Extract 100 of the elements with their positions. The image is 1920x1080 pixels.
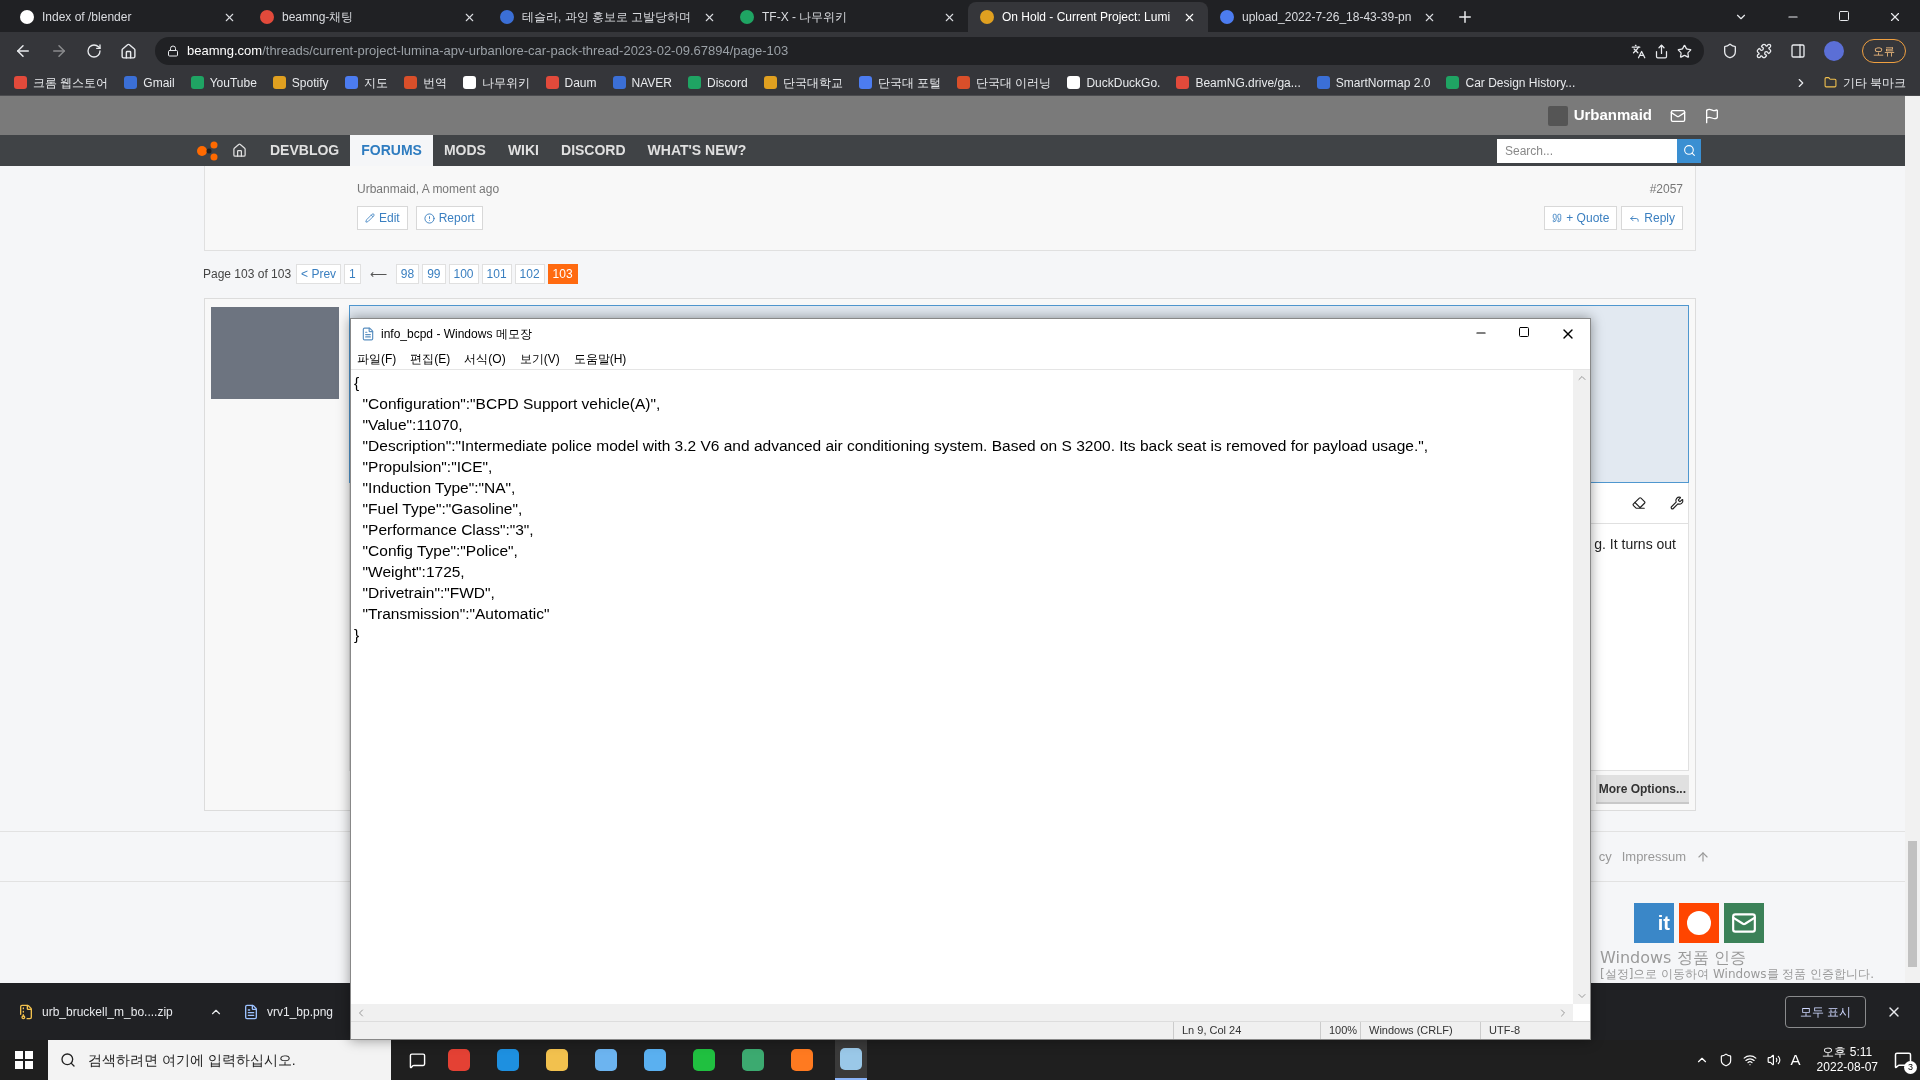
nav-tab[interactable]: WIKI [496,135,550,166]
reddit-share-icon[interactable] [1679,903,1719,943]
nav-tab[interactable]: WHAT'S NEW? [636,135,758,166]
extensions-icon[interactable] [1756,43,1772,59]
home-icon[interactable] [232,143,247,158]
address-bar[interactable]: beamng.com/threads/current-project-lumina-apv-urbanlore-car-pack-thread-2023-02-09.67894/page-103 [155,37,1704,65]
share-button[interactable]: it [1634,903,1674,943]
translate-icon[interactable] [1631,43,1646,59]
text-line: "Value":11070, [361,415,463,435]
task-view-icon[interactable] [409,1051,426,1069]
bookmark-link[interactable]: 단국대학교 [763,73,843,92]
prev-page-button[interactable]: < Prev [296,264,342,284]
browser-tab[interactable]: beamng-채팅 [248,2,488,32]
page-button[interactable]: 98 [395,264,420,284]
post-action-button[interactable]: Report [415,206,483,230]
page-button[interactable]: 102 [514,264,545,284]
tray-shield-icon[interactable] [1718,1053,1733,1067]
taskbar-app-icon[interactable] [835,1040,867,1080]
nav-tab[interactable]: DEVBLOG [259,135,351,166]
page-button[interactable]: 1 [344,264,361,284]
page-button[interactable]: 101 [481,264,512,284]
notification-icon[interactable] [1894,1051,1912,1069]
bookmark-link[interactable]: Car Design History... [1446,73,1576,92]
bookmark-link[interactable]: Spotify [272,73,329,92]
menu-item[interactable]: 보기(V) [519,350,560,368]
bookmark-link[interactable]: Daum [545,73,597,92]
browser-tab[interactable]: TF-X - 나무위키 [728,2,968,32]
tab-favicon-icon [20,10,34,24]
post-action-button[interactable]: Reply [1621,206,1683,230]
bookmark-favicon-icon [403,76,417,89]
nav-tab[interactable]: FORUMS [350,135,433,166]
bookmark-link[interactable]: DuckDuckGo. [1067,73,1161,92]
close-icon[interactable] [1888,10,1902,24]
side-panel-icon[interactable] [1790,43,1806,59]
download-item[interactable]: vrv1_bp.png [243,1002,334,1021]
menu-item[interactable]: 서식(O) [464,350,506,368]
email-share-icon[interactable] [1724,903,1764,943]
text-line: } [354,625,360,645]
logo-icon[interactable] [196,140,220,161]
network-icon[interactable] [1742,1053,1757,1067]
wrench-icon[interactable] [1670,496,1684,511]
bookmark-link[interactable]: YouTube [190,73,257,92]
bookmark-link[interactable]: 단국대 이러닝 [957,73,1052,92]
back-icon[interactable] [14,42,32,60]
volume-icon[interactable] [1766,1053,1781,1067]
clock[interactable]: 오후 5:11 2022-08-07 [1810,1045,1884,1075]
new-tab-icon[interactable] [1456,8,1474,26]
username-link[interactable]: Urbanmaid [1573,104,1652,127]
restore-icon[interactable] [1838,10,1850,22]
browser-tab[interactable]: Index of /blender [8,2,248,32]
scroll-top-icon[interactable] [1696,849,1710,864]
more-options-button[interactable]: More Options... [1595,775,1689,804]
browser-tab[interactable]: 테슬라, 과잉 홍보로 고발당하며 [488,2,728,32]
search-button[interactable] [1677,138,1701,163]
menu-item[interactable]: 파일(F) [357,350,397,368]
bookmark-link[interactable]: 단국대 포털 [858,73,942,92]
bookmark-link[interactable]: NAVER [612,73,672,92]
bookmark-link[interactable]: 크롬 웹스토어 [14,73,109,92]
browser-tab[interactable]: On Hold - Current Project: Lumi [968,2,1208,32]
download-item[interactable]: urb_bruckell_m_bo....zip [18,1002,223,1021]
post-number-link[interactable]: #2057 [1649,180,1683,198]
mail-icon[interactable] [1670,107,1686,124]
bookmark-link[interactable]: 나무위키 [462,73,530,92]
post-action-button[interactable]: Edit [357,206,408,230]
show-all-button[interactable]: 모두 표시 [1784,995,1866,1028]
post-byline: Urbanmaid, A moment ago [357,181,500,198]
search-field[interactable]: Search... [1497,138,1677,163]
nav-tab[interactable]: DISCORD [550,135,637,166]
profile-avatar[interactable] [1824,41,1844,61]
bookmark-link[interactable]: SmartNormap 2.0 [1316,73,1431,92]
text-line: "Propulsion":"ICE", [361,457,493,477]
home-icon[interactable] [120,42,137,60]
maximize-icon[interactable] [1518,326,1530,338]
bookmark-favicon-icon [957,76,971,89]
window-title: info_bcpd - Windows 메모장 [381,326,533,343]
bookmark-link[interactable]: BeamNG.drive/ga... [1176,73,1301,92]
star-icon[interactable] [1677,43,1692,59]
other-bookmarks-folder[interactable]: 기타 북마크 [1823,73,1906,92]
windows-start-icon[interactable] [15,1051,33,1069]
flag-icon[interactable] [1704,107,1720,124]
menu-item[interactable]: 편집(E) [410,350,451,368]
bookmark-link[interactable]: Discord [688,73,748,92]
bookmark-link[interactable]: 번역 [403,73,447,92]
taskbar-search-field[interactable]: 검색하려면 여기에 입력하십시오. [48,1040,391,1080]
page-gap-arrow[interactable]: ⟵ [363,265,393,283]
bookmark-link[interactable]: 지도 [344,73,388,92]
eraser-icon[interactable] [1632,496,1646,511]
envelope-icon [1731,910,1757,936]
ime-indicator[interactable]: A [1790,1048,1801,1072]
reload-icon[interactable] [86,43,102,59]
share-icon[interactable] [1654,43,1669,59]
post-action-button[interactable]: + Quote [1544,206,1618,230]
menu-item[interactable]: 도움말(H) [573,350,627,368]
bookmark-link[interactable]: Gmail [124,73,175,92]
browser-tab[interactable]: upload_2022-7-26_18-43-39-pn [1208,2,1448,32]
page-button[interactable]: 99 [422,264,446,284]
shield-icon[interactable] [1722,43,1738,59]
page-button[interactable]: 100 [448,264,479,284]
nav-tab[interactable]: MODS [432,135,497,166]
forward-icon[interactable] [50,42,68,60]
